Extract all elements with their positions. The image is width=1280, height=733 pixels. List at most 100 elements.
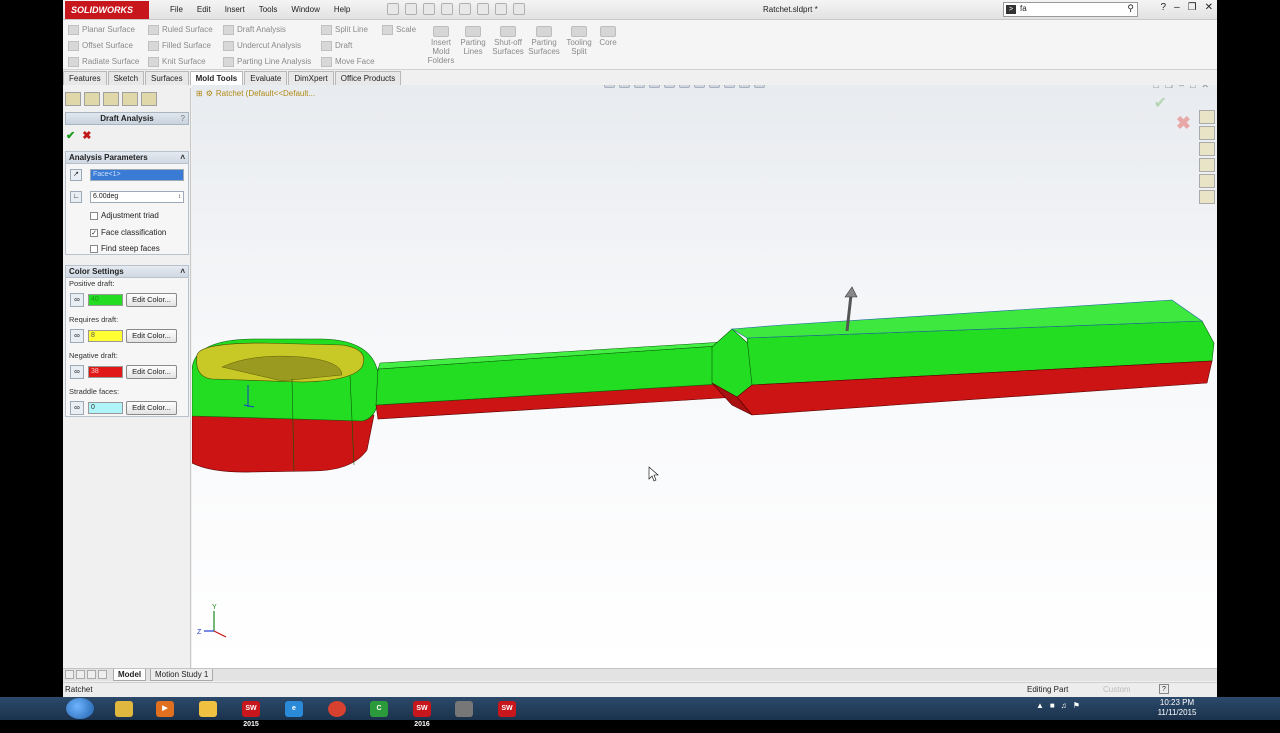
- previous-tab-icon[interactable]: [76, 670, 85, 679]
- analysis-parameters-header[interactable]: Analysis Parameters ˄: [66, 152, 188, 164]
- ratchet-model[interactable]: Y Z: [192, 85, 1217, 668]
- status-units[interactable]: Custom: [1103, 685, 1131, 694]
- next-tab-icon[interactable]: [87, 670, 96, 679]
- tab-dimxpert[interactable]: DimXpert: [288, 71, 334, 85]
- new-icon[interactable]: [387, 3, 399, 15]
- face-classification-checkbox[interactable]: ✓ Face classification: [90, 228, 166, 237]
- restore-icon[interactable]: ❐: [1188, 2, 1197, 13]
- dimxpert-manager-icon[interactable]: [122, 92, 138, 106]
- tab-mold-tools[interactable]: Mold Tools: [189, 71, 244, 85]
- network-icon[interactable]: ■: [1050, 701, 1055, 710]
- system-clock[interactable]: 10:23 PM 11/11/2015: [1154, 698, 1200, 718]
- core-button[interactable]: Core: [589, 26, 627, 47]
- save-icon[interactable]: [423, 3, 435, 15]
- menu-tools[interactable]: Tools: [252, 0, 285, 20]
- shut-off-surfaces-button[interactable]: Shut-off Surfaces: [489, 26, 527, 56]
- draft-button[interactable]: Draft: [321, 40, 375, 51]
- parting-surfaces-button[interactable]: Parting Surfaces: [525, 26, 563, 56]
- move-face-button[interactable]: Move Face: [321, 56, 375, 67]
- menu-window[interactable]: Window: [284, 0, 326, 20]
- parting-line-analysis-button[interactable]: Parting Line Analysis: [223, 56, 311, 67]
- taskbar-solidworks-2016[interactable]: SW 2016: [403, 698, 441, 728]
- direction-arrow-icon[interactable]: ↗: [70, 169, 82, 181]
- adjustment-triad-box[interactable]: [90, 211, 98, 220]
- draft-angle-field[interactable]: 6.00deg ↕: [90, 191, 184, 203]
- visibility-glasses-icon[interactable]: ∞: [70, 293, 84, 307]
- undo-icon[interactable]: [459, 3, 471, 15]
- undercut-analysis-button[interactable]: Undercut Analysis: [223, 40, 311, 51]
- find-steep-faces-box[interactable]: [90, 244, 98, 253]
- print-icon[interactable]: [441, 3, 453, 15]
- display-manager-icon[interactable]: [141, 92, 157, 106]
- first-tab-icon[interactable]: [65, 670, 74, 679]
- select-icon[interactable]: [477, 3, 489, 15]
- positive-edit-color-button[interactable]: Edit Color...: [126, 293, 177, 307]
- ruled-surface-button[interactable]: Ruled Surface: [148, 24, 213, 35]
- volume-icon[interactable]: ♫: [1061, 701, 1067, 710]
- direction-face-field[interactable]: Face<1>: [90, 169, 184, 181]
- search-input[interactable]: fa: [1020, 4, 1027, 13]
- visibility-glasses-icon[interactable]: ∞: [70, 329, 84, 343]
- taskbar-internet-explorer[interactable]: e: [275, 698, 313, 719]
- straddle-edit-color-button[interactable]: Edit Color...: [126, 401, 177, 415]
- help-icon[interactable]: ?: [1161, 2, 1167, 13]
- taskbar-mail[interactable]: [189, 698, 227, 719]
- negative-edit-color-button[interactable]: Edit Color...: [126, 365, 177, 379]
- menu-insert[interactable]: Insert: [218, 0, 252, 20]
- spin-arrows-icon[interactable]: ↕: [178, 192, 181, 202]
- scale-button[interactable]: Scale: [382, 24, 416, 35]
- close-icon[interactable]: ✕: [1205, 2, 1213, 13]
- taskbar-media-player[interactable]: ▶: [146, 698, 184, 719]
- knit-surface-button[interactable]: Knit Surface: [148, 56, 213, 67]
- visibility-glasses-icon[interactable]: ∞: [70, 401, 84, 415]
- color-settings-header[interactable]: Color Settings ˄: [66, 266, 188, 278]
- cancel-icon[interactable]: ✖: [82, 129, 91, 142]
- ok-icon[interactable]: ✔: [66, 129, 75, 142]
- feature-tree-icon[interactable]: [65, 92, 81, 106]
- requires-edit-color-button[interactable]: Edit Color...: [126, 329, 177, 343]
- ratchet-head[interactable]: [192, 338, 379, 473]
- find-steep-faces-checkbox[interactable]: Find steep faces: [90, 244, 160, 253]
- planar-surface-button[interactable]: Planar Surface: [68, 24, 139, 35]
- ratchet-shaft[interactable]: [375, 340, 741, 420]
- tab-features[interactable]: Features: [63, 71, 107, 85]
- menu-help[interactable]: Help: [327, 0, 357, 20]
- face-classification-box[interactable]: ✓: [90, 228, 98, 237]
- taskbar-file-explorer[interactable]: [105, 698, 143, 719]
- action-center-icon[interactable]: ⚑: [1073, 701, 1080, 710]
- split-line-button[interactable]: Split Line: [321, 24, 375, 35]
- last-tab-icon[interactable]: [98, 670, 107, 679]
- tab-motion-study-1[interactable]: Motion Study 1: [150, 669, 214, 681]
- quick-tips-icon[interactable]: ?: [1159, 684, 1169, 694]
- parting-lines-button[interactable]: Parting Lines: [454, 26, 492, 56]
- help-icon[interactable]: ?: [181, 113, 185, 125]
- offset-surface-button[interactable]: Offset Surface: [68, 40, 139, 51]
- solidworks-logo[interactable]: SOLIDWORKS: [65, 1, 149, 19]
- radiate-surface-button[interactable]: Radiate Surface: [68, 56, 139, 67]
- taskbar-chrome[interactable]: [318, 698, 356, 719]
- collapse-chevron-icon[interactable]: ˄: [180, 266, 185, 278]
- tab-model[interactable]: Model: [113, 669, 147, 681]
- property-manager-icon[interactable]: [84, 92, 100, 106]
- search-icon[interactable]: ⚲: [1127, 3, 1134, 14]
- open-icon[interactable]: [405, 3, 417, 15]
- filled-surface-button[interactable]: Filled Surface: [148, 40, 213, 51]
- configuration-manager-icon[interactable]: [103, 92, 119, 106]
- adjustment-triad-checkbox[interactable]: Adjustment triad: [90, 211, 159, 220]
- taskbar-toolbox[interactable]: [445, 698, 483, 719]
- search-box[interactable]: > fa ⚲: [1003, 2, 1138, 17]
- taskbar-camtasia[interactable]: C: [360, 698, 398, 719]
- tab-office-products[interactable]: Office Products: [334, 71, 402, 85]
- draft-analysis-button[interactable]: Draft Analysis: [223, 24, 311, 35]
- options-icon[interactable]: [513, 3, 525, 15]
- rebuild-icon[interactable]: [495, 3, 507, 15]
- start-button[interactable]: [66, 698, 94, 719]
- ratchet-handle[interactable]: [711, 299, 1215, 416]
- minimize-icon[interactable]: –: [1174, 2, 1180, 13]
- graphics-area[interactable]: ⊞ ⚙ Ratchet (Default<<Default... □ ❐ – □…: [192, 85, 1217, 668]
- tab-evaluate[interactable]: Evaluate: [244, 71, 288, 85]
- visibility-glasses-icon[interactable]: ∞: [70, 365, 84, 379]
- show-hidden-icons-icon[interactable]: ▲: [1036, 701, 1044, 710]
- collapse-chevron-icon[interactable]: ˄: [180, 152, 185, 164]
- tab-sketch[interactable]: Sketch: [107, 71, 145, 85]
